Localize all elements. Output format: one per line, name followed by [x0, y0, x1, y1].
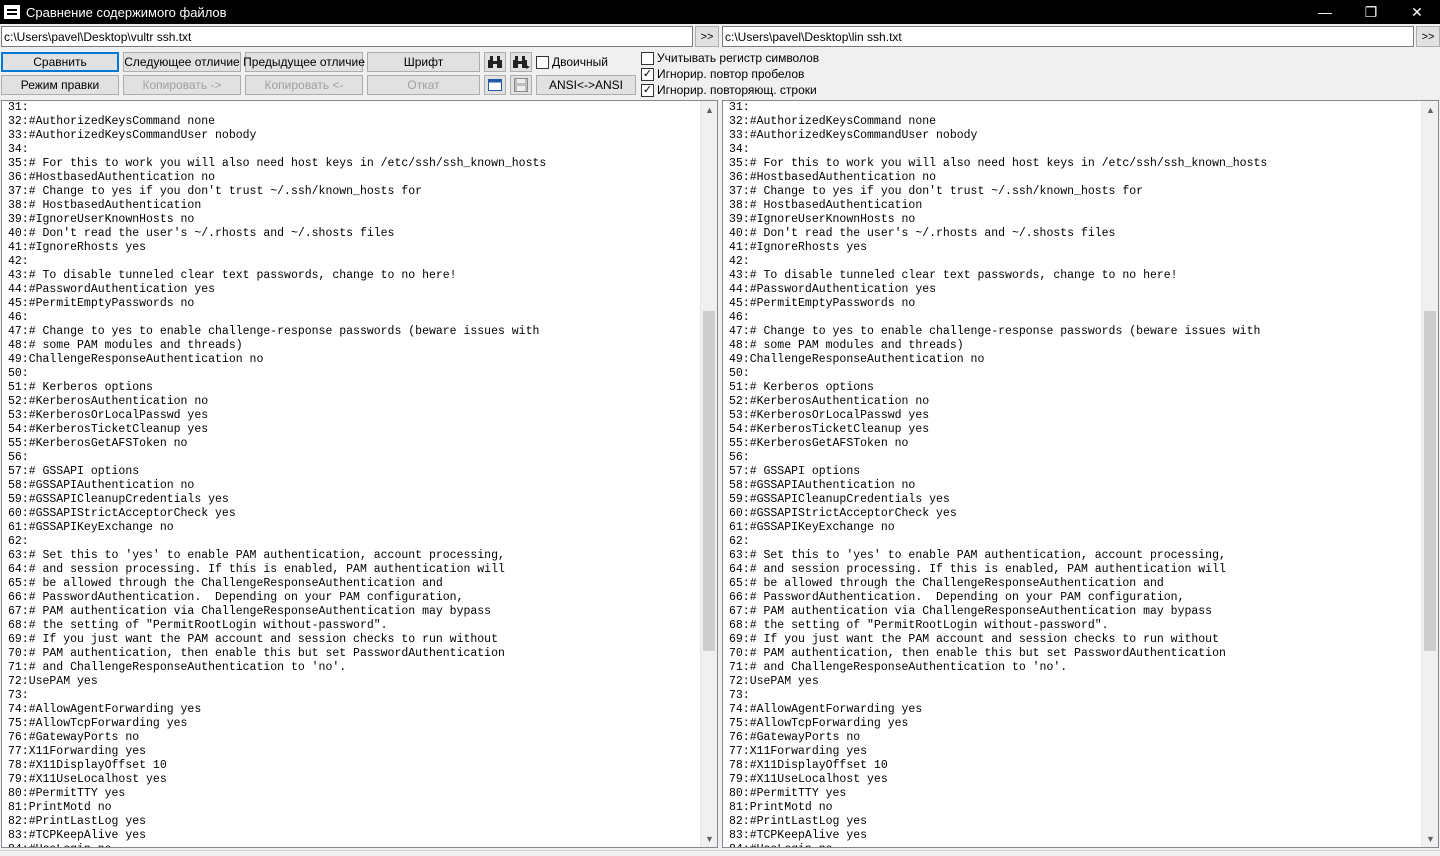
- copy-right-button[interactable]: Копировать ->: [123, 75, 241, 95]
- ignore-spaces-checkbox-box[interactable]: ✓: [641, 67, 654, 81]
- ignore-spaces-checkbox[interactable]: ✓ Игнорир. повтор пробелов: [641, 67, 804, 81]
- left-scrollbar[interactable]: ▲ ▼: [700, 101, 717, 847]
- ignore-lines-checkbox[interactable]: ✓ Игнорир. повторяющ. строки: [641, 83, 817, 97]
- ignore-lines-label: Игнорир. повторяющ. строки: [657, 83, 817, 97]
- minimize-button[interactable]: —: [1302, 0, 1348, 24]
- right-path-bar: >>: [722, 26, 1440, 47]
- ignore-spaces-label: Игнорир. повтор пробелов: [657, 67, 805, 81]
- left-path-bar: >>: [1, 26, 719, 47]
- left-scroll-thumb[interactable]: [703, 311, 715, 651]
- binary-checkbox-box[interactable]: [536, 55, 549, 69]
- right-browse-button[interactable]: >>: [1416, 26, 1440, 47]
- undo-button[interactable]: Откат: [367, 75, 480, 95]
- window-title: Сравнение содержимого файлов: [26, 4, 227, 20]
- ignore-lines-checkbox-box[interactable]: ✓: [641, 83, 654, 97]
- scroll-down-icon[interactable]: ▼: [1422, 830, 1438, 847]
- case-sensitive-checkbox-box[interactable]: [641, 51, 654, 65]
- close-button[interactable]: ✕: [1394, 0, 1440, 24]
- left-file-content[interactable]: 31: 32:#AuthorizedKeysCommand none 33:#A…: [8, 101, 546, 847]
- scroll-up-icon[interactable]: ▲: [701, 101, 717, 118]
- scroll-up-icon[interactable]: ▲: [1422, 101, 1438, 118]
- maximize-button[interactable]: ❐: [1348, 0, 1394, 24]
- scroll-down-icon[interactable]: ▼: [701, 830, 717, 847]
- prev-diff-button[interactable]: Предыдущее отличие: [243, 52, 365, 72]
- font-button[interactable]: Шрифт: [367, 52, 480, 72]
- binoculars-icon[interactable]: [484, 52, 506, 72]
- binary-checkbox[interactable]: Двоичный: [536, 55, 608, 69]
- binoculars-next-icon[interactable]: [510, 52, 532, 72]
- right-scroll-thumb[interactable]: [1424, 311, 1436, 651]
- left-text-pane[interactable]: 31: 32:#AuthorizedKeysCommand none 33:#A…: [1, 100, 718, 848]
- status-bar: [0, 850, 1440, 856]
- window-icon[interactable]: [484, 75, 506, 95]
- right-file-content[interactable]: 31: 32:#AuthorizedKeysCommand none 33:#A…: [729, 101, 1267, 847]
- next-diff-button[interactable]: Следующее отличие: [123, 52, 241, 72]
- left-browse-button[interactable]: >>: [695, 26, 719, 47]
- case-sensitive-label: Учитывать регистр символов: [657, 51, 820, 65]
- binary-checkbox-label: Двоичный: [552, 55, 608, 69]
- binoculars-next-icon-glyph: [513, 56, 530, 69]
- app-icon: [4, 5, 20, 19]
- case-sensitive-checkbox[interactable]: Учитывать регистр символов: [641, 51, 819, 65]
- window-icon-glyph: [488, 79, 502, 91]
- compare-button[interactable]: Сравнить: [1, 52, 119, 72]
- right-scrollbar[interactable]: ▲ ▼: [1421, 101, 1438, 847]
- title-bar: Сравнение содержимого файлов — ❐ ✕: [0, 0, 1440, 24]
- floppy-disk-icon-glyph: [514, 78, 528, 92]
- right-text-pane[interactable]: 31: 32:#AuthorizedKeysCommand none 33:#A…: [722, 100, 1439, 848]
- floppy-disk-icon[interactable]: [510, 75, 532, 95]
- binoculars-icon-glyph: [488, 56, 502, 68]
- edit-mode-button[interactable]: Режим правки: [1, 75, 119, 95]
- copy-left-button[interactable]: Копировать <-: [245, 75, 363, 95]
- ansi-button[interactable]: ANSI<->ANSI: [536, 75, 636, 95]
- left-path-input[interactable]: [1, 26, 693, 47]
- right-path-input[interactable]: [722, 26, 1414, 47]
